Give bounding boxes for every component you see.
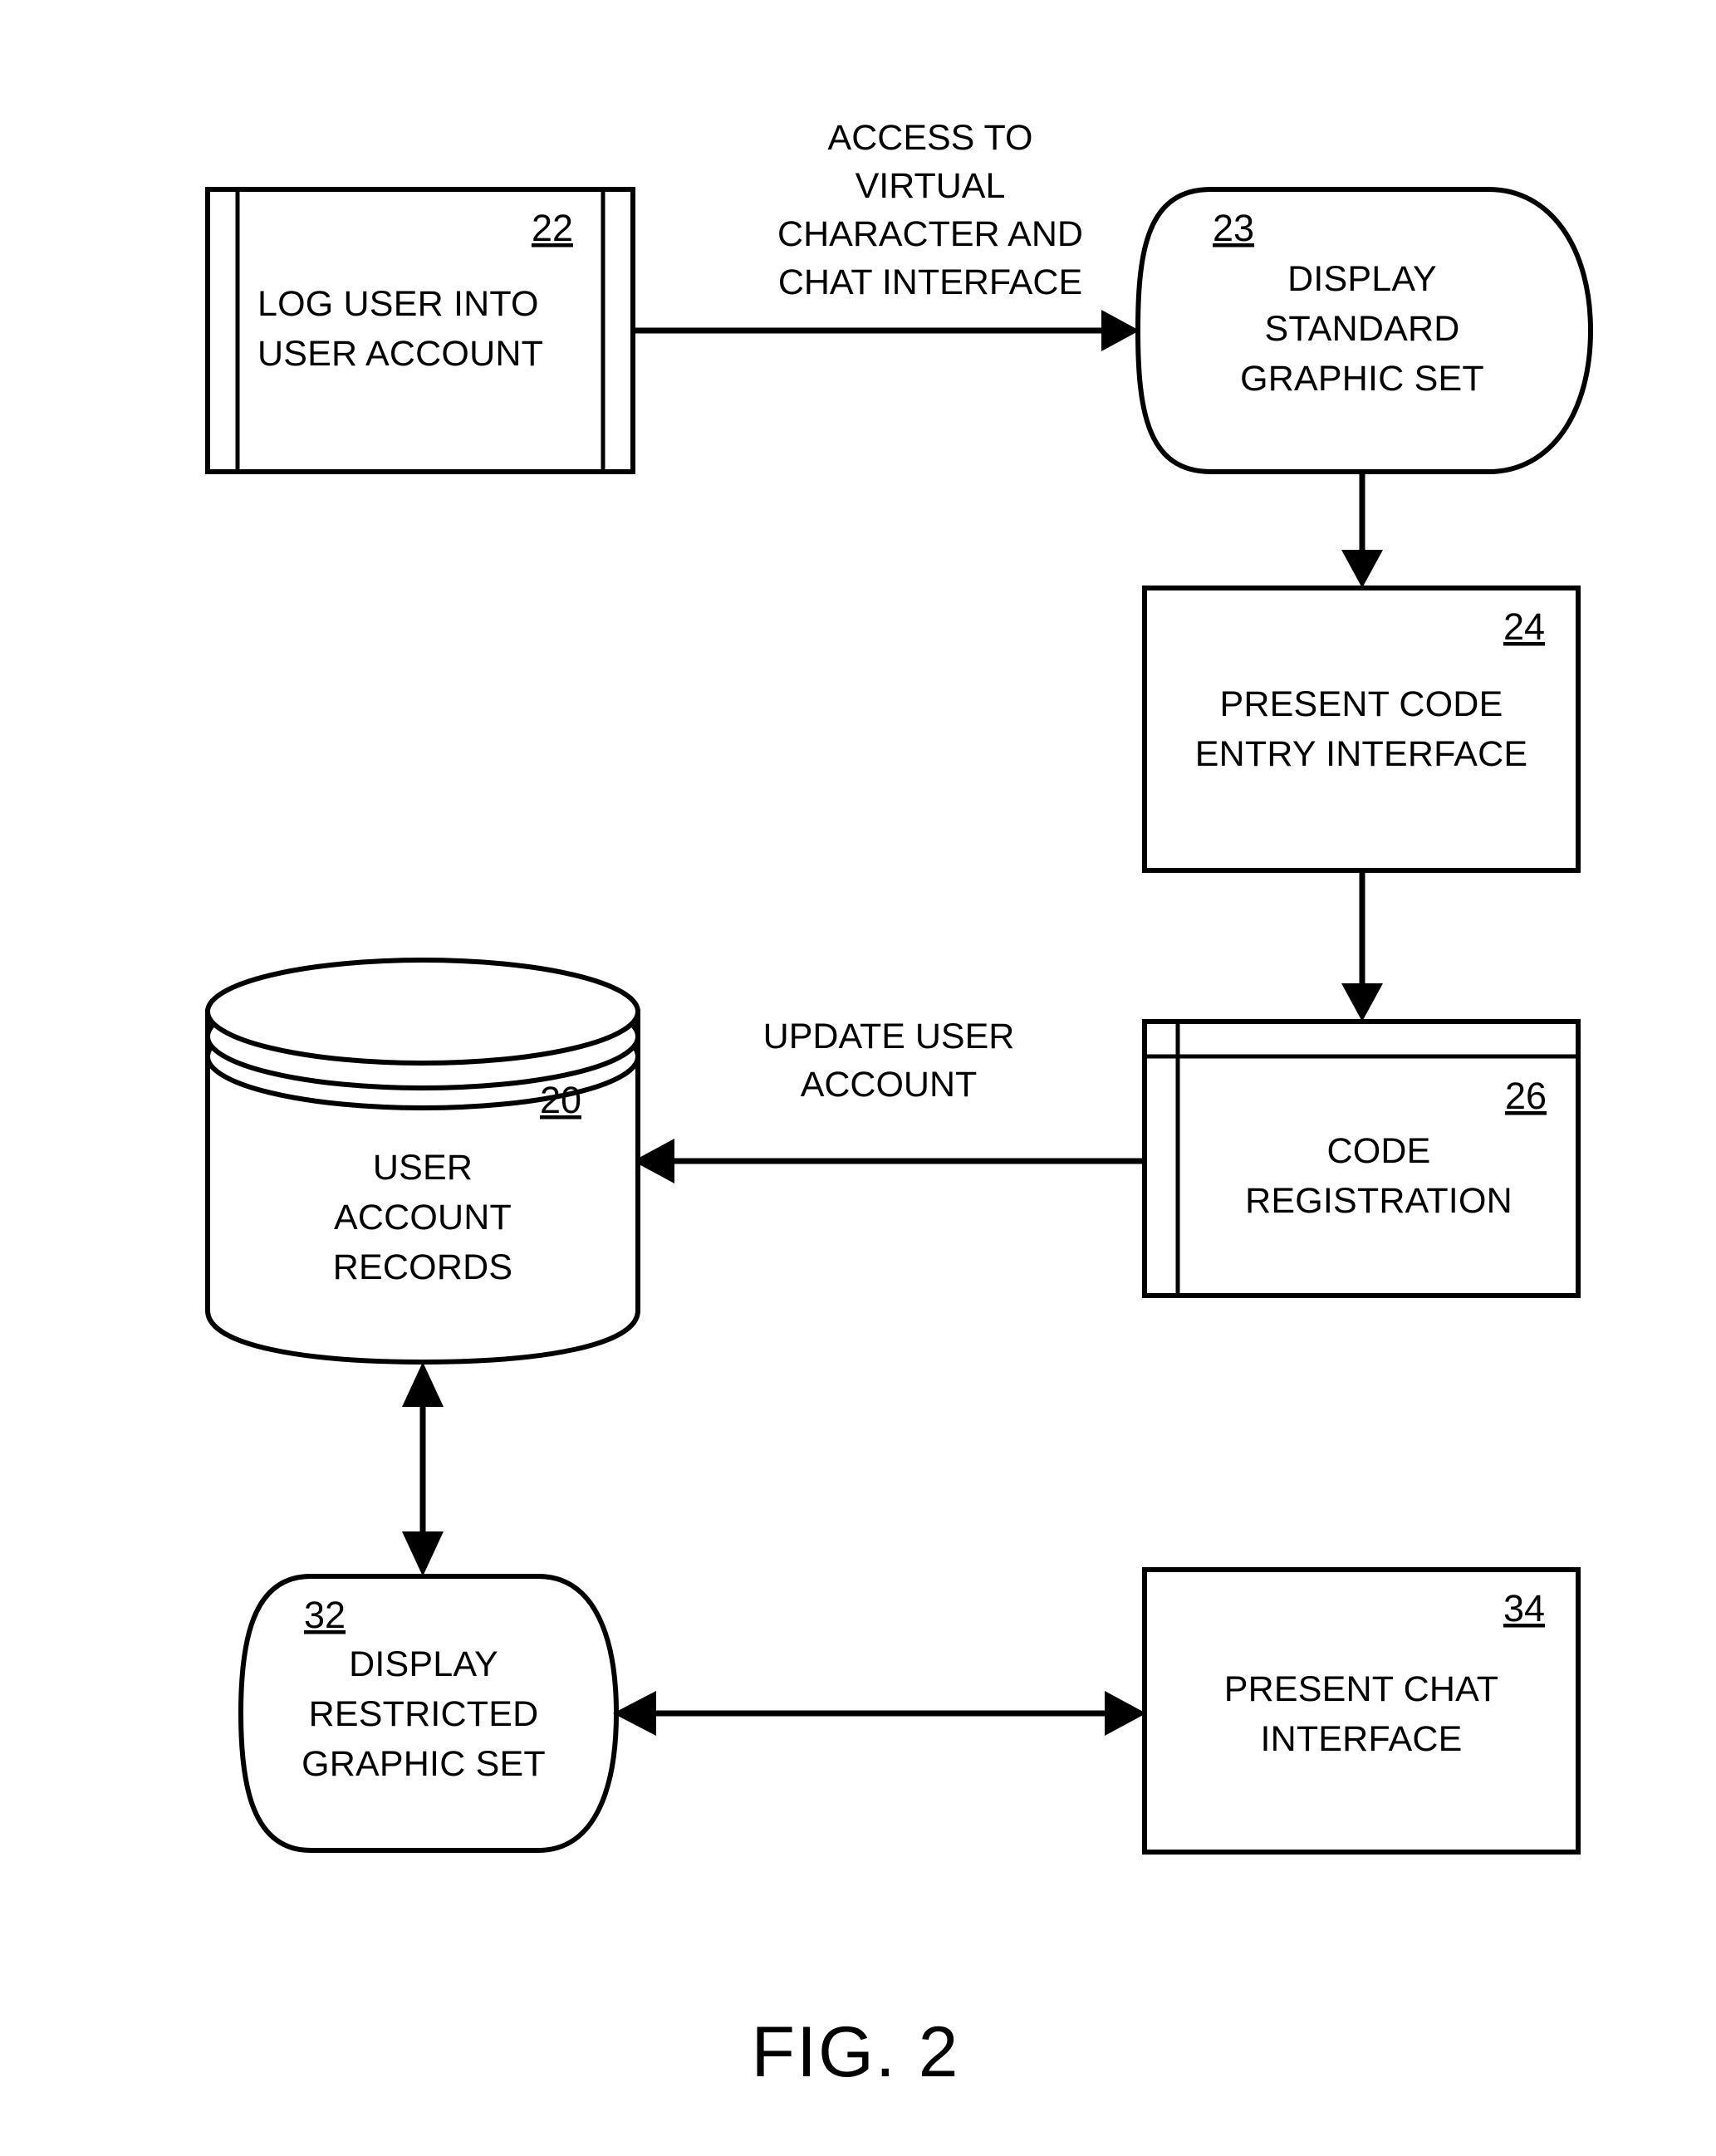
edge-23-24-arrowhead	[1341, 550, 1383, 588]
node-20-label-line-2: ACCOUNT	[334, 1198, 512, 1237]
node-32-label-line-2: RESTRICTED	[309, 1694, 539, 1734]
edge-update-label-line-2: ACCOUNT	[801, 1065, 978, 1105]
node-20-disk-ring-1	[205, 958, 640, 1066]
edge-update-user-account: UPDATE USER ACCOUNT	[633, 1017, 1145, 1183]
node-24-label-line-2: ENTRY INTERFACE	[1195, 734, 1527, 774]
edge-access-to-virtual-character-and-chat-interface: ACCESS TO VIRTUAL CHARACTER AND CHAT INT…	[633, 118, 1140, 351]
edge-32-34-arrowhead-left	[613, 1691, 656, 1736]
flowchart-canvas: 22 LOG USER INTO USER ACCOUNT ACCESS TO …	[205, 118, 1594, 2092]
node-23-label-line-3: GRAPHIC SET	[1240, 359, 1484, 399]
node-34-ref-number: 34	[1503, 1587, 1545, 1629]
node-26-ref-number: 26	[1505, 1075, 1547, 1117]
edge-20-32-arrowhead-up	[402, 1362, 444, 1407]
node-23-ref-number: 23	[1213, 207, 1254, 249]
node-26-label-line-1: CODE	[1326, 1131, 1430, 1171]
node-present-chat-interface[interactable]: 34 PRESENT CHAT INTERFACE	[1142, 1567, 1581, 1855]
node-display-restricted-graphic-set[interactable]: 32 DISPLAY RESTRICTED GRAPHIC SET	[238, 1574, 620, 1853]
node-log-user-into-user-account[interactable]: 22 LOG USER INTO USER ACCOUNT	[205, 187, 635, 474]
node-20-ref-number: 20	[540, 1079, 581, 1121]
node-display-standard-graphic-set[interactable]: 23 DISPLAY STANDARD GRAPHIC SET	[1135, 187, 1594, 474]
edge-access-label-line-1: ACCESS TO	[828, 118, 1033, 158]
edge-access-label-line-2: VIRTUAL	[856, 166, 1006, 206]
node-20-label-line-3: RECORDS	[333, 1247, 512, 1287]
node-24-ref-number: 24	[1503, 605, 1545, 648]
edge-24-26-arrowhead	[1341, 983, 1383, 1022]
edge-32-34-arrowhead-right	[1105, 1691, 1146, 1736]
node-24-label-line-1: PRESENT CODE	[1220, 684, 1503, 724]
edge-present-code-entry-to-code-registration	[1341, 870, 1383, 1022]
node-34-label-line-1: PRESENT CHAT	[1224, 1669, 1499, 1709]
node-34-label-line-2: INTERFACE	[1260, 1719, 1462, 1759]
node-present-code-entry-interface[interactable]: 24 PRESENT CODE ENTRY INTERFACE	[1142, 586, 1581, 873]
node-22-ref-number: 22	[532, 207, 573, 249]
node-code-registration[interactable]: 26 CODE REGISTRATION	[1142, 1019, 1581, 1298]
node-22-label-line-1: LOG USER INTO	[257, 284, 539, 324]
edge-update-label-line-1: UPDATE USER	[763, 1017, 1015, 1056]
node-32-label-line-3: GRAPHIC SET	[302, 1744, 546, 1784]
node-32-label-line-1: DISPLAY	[349, 1644, 498, 1684]
node-23-label-line-1: DISPLAY	[1287, 259, 1437, 299]
edge-restricted-graphics-to-chat-interface	[613, 1691, 1146, 1736]
node-26-label-line-2: REGISTRATION	[1245, 1181, 1513, 1221]
node-user-account-records[interactable]: 20 USER ACCOUNT RECORDS	[205, 958, 640, 1365]
node-32-ref-number: 32	[304, 1594, 346, 1636]
edge-22-23-arrowhead	[1101, 310, 1140, 351]
node-20-label-line-1: USER	[373, 1148, 473, 1188]
node-22-label-line-2: USER ACCOUNT	[257, 334, 543, 374]
figure-caption: FIG. 2	[752, 2012, 960, 2092]
edge-records-to-restricted-graphics	[402, 1362, 444, 1576]
edge-access-label-line-4: CHAT INTERFACE	[778, 262, 1082, 302]
edge-access-label-line-3: CHARACTER AND	[777, 214, 1083, 254]
patent-figure-page: 22 LOG USER INTO USER ACCOUNT ACCESS TO …	[0, 0, 1716, 2156]
node-23-label-line-2: STANDARD	[1265, 309, 1460, 349]
edge-display-standard-to-present-code-entry	[1341, 472, 1383, 588]
edge-20-32-arrowhead-down	[402, 1531, 444, 1576]
